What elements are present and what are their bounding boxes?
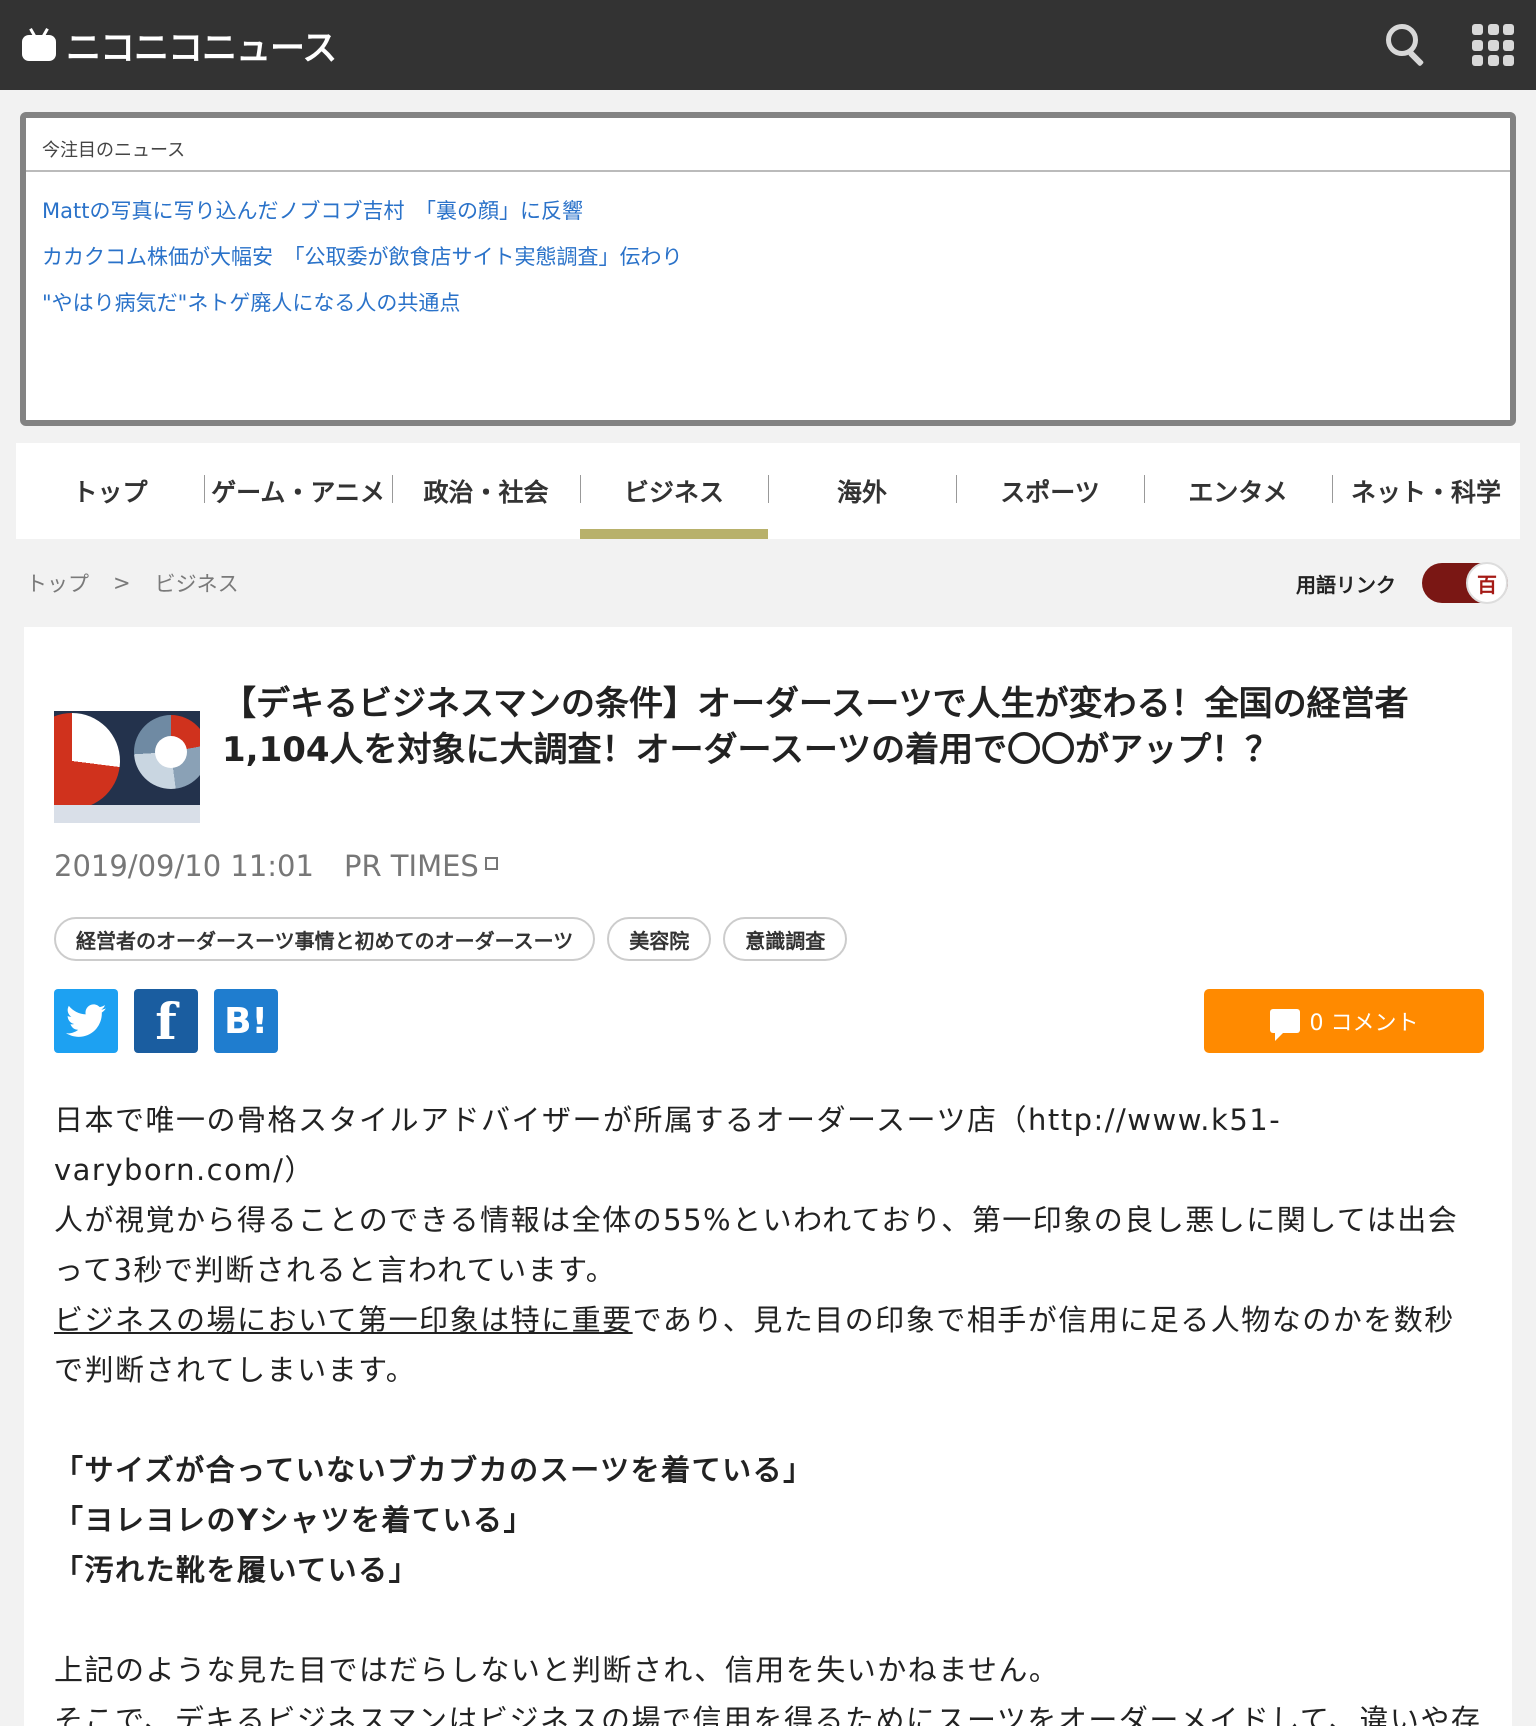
nav-tab-label: スポーツ bbox=[1000, 478, 1100, 507]
nav-tab-game-anime[interactable]: ゲーム・アニメ bbox=[204, 443, 392, 539]
nav-tab-entertainment[interactable]: エンタメ bbox=[1144, 443, 1332, 539]
body-paragraph: 人が視覚から得ることのできる情報は全体の55%といわれており、第一印象の良し悪し… bbox=[54, 1203, 1459, 1287]
article-thumbnail[interactable] bbox=[54, 677, 200, 823]
article-card: 【デキるビジネスマンの条件】オーダースーツで人生が変わる！全国の経営者1,104… bbox=[24, 627, 1512, 1726]
attention-news-link[interactable]: "やはり病気だ"ネトゲ廃人になる人の共通点 bbox=[42, 280, 1494, 326]
nav-tab-politics[interactable]: 政治・社会 bbox=[392, 443, 580, 539]
tag-chip[interactable]: 意識調査 bbox=[723, 917, 848, 961]
body-quote: 「サイズが合っていないブカブカのスーツを着ている」 bbox=[54, 1453, 814, 1487]
breadcrumb-home[interactable]: トップ bbox=[26, 568, 89, 598]
term-link[interactable]: ビジネスの場において第一印象は特に重要 bbox=[54, 1303, 633, 1337]
nav-tab-sports[interactable]: スポーツ bbox=[956, 443, 1144, 539]
search-icon[interactable] bbox=[1386, 24, 1428, 67]
body-paragraph: 日本で唯一の骨格スタイルアドバイザーが所属するオーダースーツ店（http://w… bbox=[54, 1103, 1282, 1187]
article-source-link[interactable]: PR TIMES bbox=[344, 849, 498, 883]
body-quote: 「汚れた靴を履いている」 bbox=[54, 1553, 420, 1587]
attention-news-link[interactable]: カカクコム株価が大幅安 「公取委が飲食店サイト実態調査」伝わり bbox=[42, 234, 1494, 280]
attention-heading: 今注目のニュース bbox=[26, 118, 1510, 172]
site-logo[interactable]: ニコニコニュース bbox=[22, 20, 337, 71]
tag-chip[interactable]: 経営者のオーダースーツ事情と初めてのオーダースーツ bbox=[54, 917, 596, 961]
external-link-icon bbox=[484, 857, 498, 870]
breadcrumb-separator: > bbox=[113, 571, 131, 595]
apps-grid-icon[interactable] bbox=[1472, 24, 1514, 66]
tag-list: 経営者のオーダースーツ事情と初めてのオーダースーツ 美容院 意識調査 bbox=[54, 917, 1484, 961]
comment-button[interactable]: 0 コメント bbox=[1204, 989, 1484, 1053]
nav-tab-top[interactable]: トップ bbox=[16, 443, 204, 539]
nav-tab-label: ゲーム・アニメ bbox=[211, 478, 385, 507]
nav-tab-label: ビジネス bbox=[623, 478, 724, 507]
hatena-bookmark-icon: B! bbox=[224, 1000, 268, 1042]
article-meta: 2019/09/10 11:01 PR TIMES bbox=[54, 849, 1484, 883]
twitter-share-button[interactable] bbox=[54, 989, 118, 1053]
comment-bubble-icon bbox=[1269, 1009, 1300, 1041]
nav-tab-net-science[interactable]: ネット・科学 bbox=[1332, 443, 1520, 539]
term-link-label: 用語リンク bbox=[1296, 572, 1396, 597]
dictionary-icon: 百 bbox=[1466, 562, 1508, 604]
nav-tab-label: 政治・社会 bbox=[423, 478, 549, 507]
breadcrumb-current[interactable]: ビジネス bbox=[155, 568, 239, 598]
nav-tab-label: トップ bbox=[72, 478, 148, 507]
nav-tab-label: エンタメ bbox=[1188, 478, 1288, 507]
facebook-icon: f bbox=[155, 991, 177, 1051]
attention-news-box: 今注目のニュース Mattの写真に写り込んだノブコブ吉村 「裏の顔」に反響 カカ… bbox=[20, 112, 1516, 426]
twitter-bird-icon bbox=[66, 1004, 106, 1037]
body-paragraph: ビジネスの場において第一印象は特に重要であり、見た目の印象で相手が信用に足る人物… bbox=[54, 1295, 1484, 1395]
site-header: ニコニコニュース bbox=[0, 0, 1536, 90]
comment-label: 0 コメント bbox=[1309, 1011, 1419, 1036]
tv-logo-icon bbox=[22, 28, 58, 62]
logo-text: ニコニコニュース bbox=[66, 28, 337, 69]
facebook-share-button[interactable]: f bbox=[134, 989, 198, 1053]
body-paragraph: そこで、デキるビジネスマンはビジネスの場で信用を得るためにスーツをオーダーメイド… bbox=[54, 1703, 1482, 1726]
nav-tab-label: 海外 bbox=[836, 478, 887, 507]
article-body: 日本で唯一の骨格スタイルアドバイザーが所属するオーダースーツ店（http://w… bbox=[54, 1095, 1484, 1726]
term-link-toggle[interactable]: 百 bbox=[1422, 562, 1508, 604]
hatena-bookmark-button[interactable]: B! bbox=[214, 989, 278, 1053]
category-nav: トップ ゲーム・アニメ 政治・社会 ビジネス 海外 スポーツ エンタメ ネット・… bbox=[16, 443, 1520, 539]
article-date: 2019/09/10 11:01 bbox=[54, 849, 314, 883]
nav-tab-business[interactable]: ビジネス bbox=[580, 443, 768, 539]
body-paragraph: 上記のような見た目ではだらしないと判断され、信用を失いかねません。 bbox=[54, 1653, 1060, 1687]
attention-news-link[interactable]: Mattの写真に写り込んだノブコブ吉村 「裏の顔」に反響 bbox=[42, 188, 1494, 234]
body-quote: 「ヨレヨレのYシャツを着ている」 bbox=[54, 1503, 535, 1537]
breadcrumb: トップ > ビジネス bbox=[26, 568, 239, 598]
article-source: PR TIMES bbox=[343, 849, 479, 883]
article-title: 【デキるビジネスマンの条件】オーダースーツで人生が変わる！全国の経営者1,104… bbox=[222, 684, 1409, 770]
nav-tab-label: ネット・科学 bbox=[1350, 478, 1501, 507]
nav-tab-overseas[interactable]: 海外 bbox=[768, 443, 956, 539]
tag-chip[interactable]: 美容院 bbox=[607, 917, 712, 961]
